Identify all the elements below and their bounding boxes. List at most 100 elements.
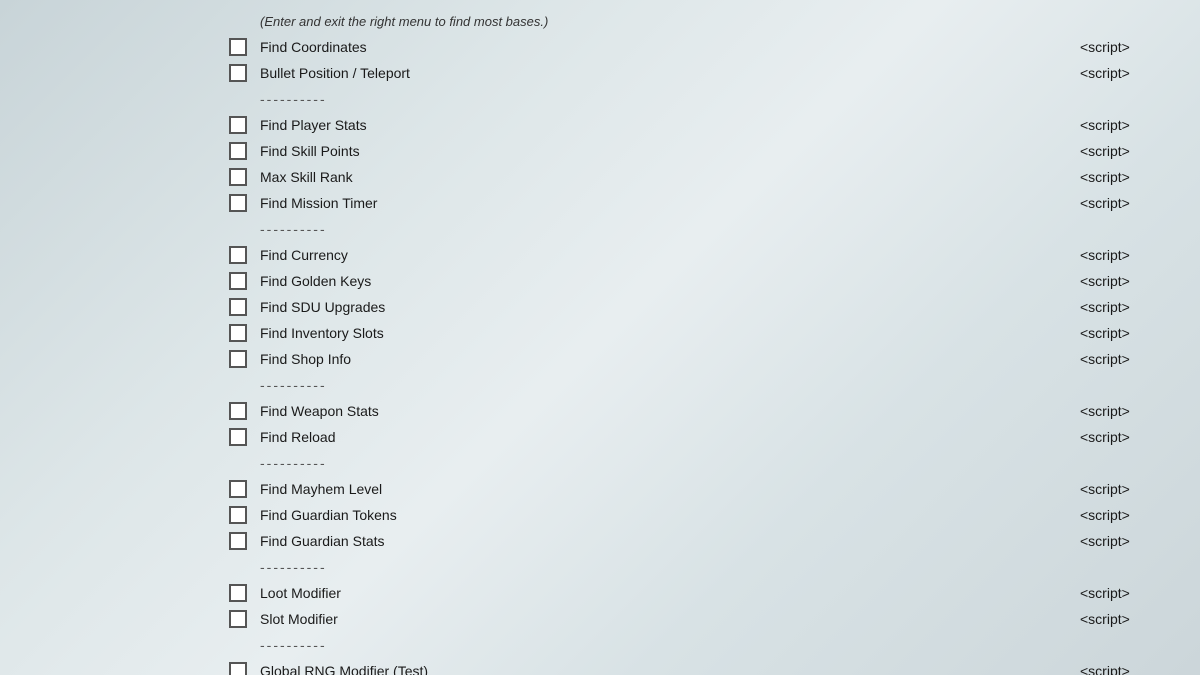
list-item-find-weapon-stats: Find Weapon Stats<script>	[220, 398, 1200, 424]
separator-label: ----------	[256, 559, 1200, 575]
checkbox-wrapper	[220, 246, 256, 264]
main-container: (Enter and exit the right menu to find m…	[0, 0, 1200, 675]
checkbox-wrapper	[220, 298, 256, 316]
item-script-find-golden-keys: <script>	[1080, 273, 1200, 289]
item-script-bullet-position: <script>	[1080, 65, 1200, 81]
checkbox-bullet-position[interactable]	[229, 64, 247, 82]
list-item-slot-modifier: Slot Modifier<script>	[220, 606, 1200, 632]
checkbox-wrapper	[220, 662, 256, 675]
item-label-max-skill-rank: Max Skill Rank	[256, 169, 1080, 185]
checkbox-wrapper	[220, 142, 256, 160]
item-label-find-skill-points: Find Skill Points	[256, 143, 1080, 159]
info-label: (Enter and exit the right menu to find m…	[256, 14, 1200, 29]
list-item-find-mayhem-level: Find Mayhem Level<script>	[220, 476, 1200, 502]
item-label-loot-modifier: Loot Modifier	[256, 585, 1080, 601]
checkbox-wrapper	[220, 272, 256, 290]
item-label-find-coordinates: Find Coordinates	[256, 39, 1080, 55]
list-item-find-shop-info: Find Shop Info<script>	[220, 346, 1200, 372]
separator-label: ----------	[256, 91, 1200, 107]
checkbox-global-rng-modifier[interactable]	[229, 662, 247, 675]
checkbox-find-reload[interactable]	[229, 428, 247, 446]
list-item-sep4: ----------	[220, 450, 1200, 476]
item-script-find-player-stats: <script>	[1080, 117, 1200, 133]
item-label-find-shop-info: Find Shop Info	[256, 351, 1080, 367]
checkbox-wrapper	[220, 350, 256, 368]
item-label-find-golden-keys: Find Golden Keys	[256, 273, 1080, 289]
checkbox-max-skill-rank[interactable]	[229, 168, 247, 186]
list-item-sep2: ----------	[220, 216, 1200, 242]
item-script-global-rng-modifier: <script>	[1080, 663, 1200, 675]
checkbox-wrapper	[220, 610, 256, 628]
checkbox-wrapper	[220, 428, 256, 446]
checkbox-find-mayhem-level[interactable]	[229, 480, 247, 498]
list-item-find-skill-points: Find Skill Points<script>	[220, 138, 1200, 164]
list-item-sep3: ----------	[220, 372, 1200, 398]
checkbox-wrapper	[220, 532, 256, 550]
checkbox-wrapper	[220, 324, 256, 342]
item-script-find-guardian-tokens: <script>	[1080, 507, 1200, 523]
item-label-find-player-stats: Find Player Stats	[256, 117, 1080, 133]
separator-label: ----------	[256, 377, 1200, 393]
item-script-find-mission-timer: <script>	[1080, 195, 1200, 211]
separator-label: ----------	[256, 221, 1200, 237]
item-label-find-guardian-stats: Find Guardian Stats	[256, 533, 1080, 549]
list-item-loot-modifier: Loot Modifier<script>	[220, 580, 1200, 606]
item-label-find-guardian-tokens: Find Guardian Tokens	[256, 507, 1080, 523]
list-item-sep6: ----------	[220, 632, 1200, 658]
checkbox-wrapper	[220, 38, 256, 56]
checkbox-find-sdu-upgrades[interactable]	[229, 298, 247, 316]
item-label-slot-modifier: Slot Modifier	[256, 611, 1080, 627]
list-item-bullet-position: Bullet Position / Teleport<script>	[220, 60, 1200, 86]
item-label-find-currency: Find Currency	[256, 247, 1080, 263]
checkbox-find-skill-points[interactable]	[229, 142, 247, 160]
checkbox-wrapper	[220, 116, 256, 134]
checkbox-find-mission-timer[interactable]	[229, 194, 247, 212]
checkbox-find-guardian-stats[interactable]	[229, 532, 247, 550]
list-item-find-guardian-tokens: Find Guardian Tokens<script>	[220, 502, 1200, 528]
item-script-find-coordinates: <script>	[1080, 39, 1200, 55]
item-script-max-skill-rank: <script>	[1080, 169, 1200, 185]
list-item-find-mission-timer: Find Mission Timer<script>	[220, 190, 1200, 216]
list-item-global-rng-modifier: Global RNG Modifier (Test)<script>	[220, 658, 1200, 675]
item-label-find-inventory-slots: Find Inventory Slots	[256, 325, 1080, 341]
item-script-find-shop-info: <script>	[1080, 351, 1200, 367]
checkbox-find-currency[interactable]	[229, 246, 247, 264]
item-label-global-rng-modifier: Global RNG Modifier (Test)	[256, 663, 1080, 675]
list-item-sep1: ----------	[220, 86, 1200, 112]
checkbox-wrapper	[220, 480, 256, 498]
item-script-slot-modifier: <script>	[1080, 611, 1200, 627]
checkbox-find-player-stats[interactable]	[229, 116, 247, 134]
item-script-find-guardian-stats: <script>	[1080, 533, 1200, 549]
item-script-find-reload: <script>	[1080, 429, 1200, 445]
item-script-find-inventory-slots: <script>	[1080, 325, 1200, 341]
checkbox-wrapper	[220, 506, 256, 524]
checkbox-find-coordinates[interactable]	[229, 38, 247, 56]
list-item-find-coordinates: Find Coordinates<script>	[220, 34, 1200, 60]
item-label-bullet-position: Bullet Position / Teleport	[256, 65, 1080, 81]
checkbox-wrapper	[220, 168, 256, 186]
checkbox-find-inventory-slots[interactable]	[229, 324, 247, 342]
separator-label: ----------	[256, 637, 1200, 653]
item-script-find-skill-points: <script>	[1080, 143, 1200, 159]
checkbox-wrapper	[220, 402, 256, 420]
checkbox-find-shop-info[interactable]	[229, 350, 247, 368]
item-script-find-mayhem-level: <script>	[1080, 481, 1200, 497]
item-script-loot-modifier: <script>	[1080, 585, 1200, 601]
list-item-find-golden-keys: Find Golden Keys<script>	[220, 268, 1200, 294]
checkbox-find-guardian-tokens[interactable]	[229, 506, 247, 524]
checkbox-wrapper	[220, 64, 256, 82]
item-label-find-mayhem-level: Find Mayhem Level	[256, 481, 1080, 497]
checkbox-find-weapon-stats[interactable]	[229, 402, 247, 420]
list-item-find-player-stats: Find Player Stats<script>	[220, 112, 1200, 138]
item-label-find-weapon-stats: Find Weapon Stats	[256, 403, 1080, 419]
list-item-find-sdu-upgrades: Find SDU Upgrades<script>	[220, 294, 1200, 320]
checkbox-loot-modifier[interactable]	[229, 584, 247, 602]
item-script-find-weapon-stats: <script>	[1080, 403, 1200, 419]
separator-label: ----------	[256, 455, 1200, 471]
checkbox-slot-modifier[interactable]	[229, 610, 247, 628]
checkbox-find-golden-keys[interactable]	[229, 272, 247, 290]
list-item-info-bases: (Enter and exit the right menu to find m…	[220, 8, 1200, 34]
item-script-find-sdu-upgrades: <script>	[1080, 299, 1200, 315]
list-item-find-reload: Find Reload<script>	[220, 424, 1200, 450]
list-item-find-guardian-stats: Find Guardian Stats<script>	[220, 528, 1200, 554]
